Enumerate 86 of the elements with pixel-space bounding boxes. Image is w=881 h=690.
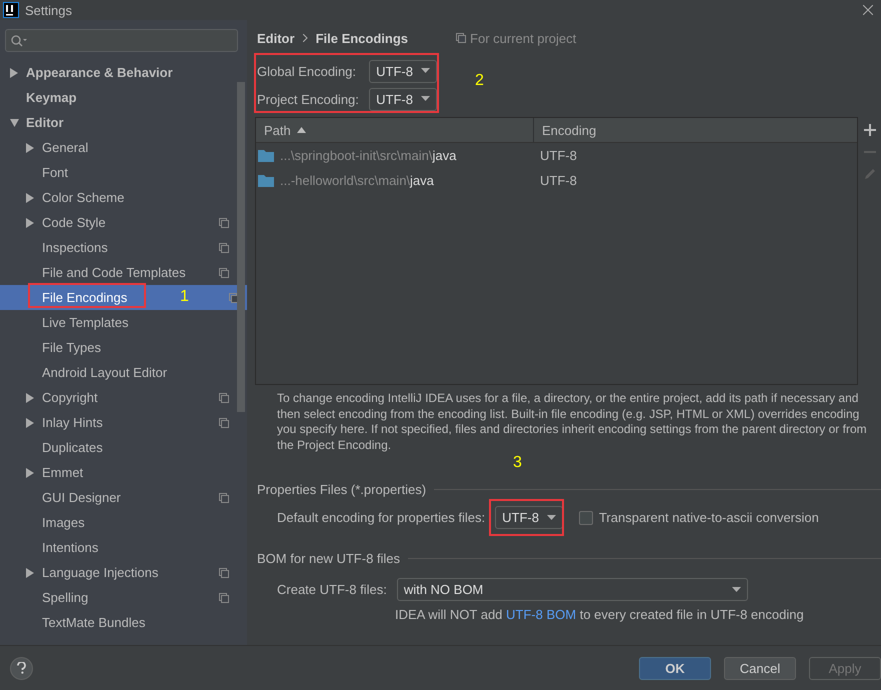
copy-icon xyxy=(219,268,229,278)
tree-item[interactable]: Appearance & Behavior xyxy=(0,60,237,85)
collapsed-arrow-icon[interactable] xyxy=(26,142,35,152)
description-text: To change encoding IntelliJ IDEA uses for a file, a directory, or the entire project, add its path if necessary and then select encoding from the encoding list. Built-in file encoding (e.g. JSP, HTML or XML) overrides encoding you specify here. If not specified, files and directories inherit encoding settings from the parent directory or from the Project Encoding. xyxy=(277,391,867,453)
checkbox[interactable] xyxy=(578,510,593,524)
collapsed-arrow-icon[interactable] xyxy=(26,218,35,228)
tree-item[interactable]: Code Style xyxy=(0,210,237,235)
help-icon[interactable] xyxy=(10,656,33,680)
section-title: Properties Files (*.properties) xyxy=(257,482,426,497)
annotation-number: 1 xyxy=(180,288,189,306)
window-title: Settings xyxy=(25,2,72,18)
copy-icon xyxy=(219,592,229,602)
collapsed-arrow-icon[interactable] xyxy=(10,68,19,78)
tree-item[interactable]: File Encodings 1 xyxy=(0,285,247,310)
section-title: BOM for new UTF-8 files xyxy=(257,551,400,566)
search-field[interactable] xyxy=(5,29,238,52)
annotation-number: 3 xyxy=(513,454,522,472)
field-label: Create UTF-8 files: xyxy=(277,582,387,597)
close-icon[interactable] xyxy=(863,2,873,18)
encoding-dropdown[interactable]: UTF-8 xyxy=(369,60,437,82)
expanded-arrow-icon[interactable] xyxy=(10,118,19,128)
tree-item[interactable]: Keymap xyxy=(0,85,237,110)
collapsed-arrow-icon[interactable] xyxy=(26,392,35,402)
scrollbar[interactable] xyxy=(237,82,245,412)
copy-icon xyxy=(219,568,229,578)
breadcrumb-item: File Encodings xyxy=(316,30,408,46)
collapsed-arrow-icon[interactable] xyxy=(26,192,35,202)
caret-icon xyxy=(546,514,556,520)
tree-item[interactable]: Intentions xyxy=(0,535,237,560)
search-icon xyxy=(11,34,27,46)
app-logo-icon xyxy=(3,2,19,18)
bom-link[interactable]: UTF-8 BOM xyxy=(506,607,576,622)
field-label: Default encoding for properties files: xyxy=(277,510,486,525)
folder-icon xyxy=(258,150,274,162)
tree-item[interactable]: Inlay Hints xyxy=(0,410,237,435)
tree-item[interactable]: File Types xyxy=(0,335,237,360)
column-header[interactable]: Path xyxy=(256,118,534,142)
table-cell: UTF-8 xyxy=(540,173,577,188)
tree-item[interactable]: GUI Designer xyxy=(0,485,237,510)
tree-item[interactable]: Spelling xyxy=(0,585,237,610)
caret-icon xyxy=(421,96,430,102)
table-cell: ...\springboot-init\src\main\java xyxy=(280,148,456,163)
collapsed-arrow-icon[interactable] xyxy=(26,418,35,428)
tree-item[interactable]: Color Scheme xyxy=(0,185,237,210)
sort-arrow-icon xyxy=(296,127,306,133)
tree-item[interactable]: Images xyxy=(0,510,237,535)
field-label: Project Encoding: xyxy=(257,92,359,106)
bom-dropdown[interactable]: with NO BOM xyxy=(396,578,748,601)
tree-item[interactable]: Inspections xyxy=(0,235,237,260)
column-header[interactable]: Encoding xyxy=(534,118,596,142)
table-cell: ...-helloworld\src\main\java xyxy=(280,173,434,188)
copy-icon xyxy=(456,33,466,43)
copy-icon xyxy=(219,392,229,402)
encoding-dropdown[interactable]: UTF-8 xyxy=(369,88,437,110)
caret-icon xyxy=(732,586,741,592)
table-cell: UTF-8 xyxy=(540,148,577,163)
collapsed-arrow-icon[interactable] xyxy=(26,568,35,578)
folder-icon xyxy=(258,174,274,186)
copy-icon xyxy=(219,218,229,228)
copy-icon xyxy=(219,418,229,428)
add-icon[interactable] xyxy=(862,123,876,137)
checkbox-label: Transparent native-to-ascii conversion xyxy=(598,510,819,525)
field-label: Global Encoding: xyxy=(257,64,356,78)
tree-item[interactable]: TextMate Bundles xyxy=(0,610,237,635)
tree-item[interactable]: General xyxy=(0,135,237,160)
encoding-dropdown[interactable]: UTF-8 xyxy=(495,506,563,529)
scope-label: For current project xyxy=(470,30,576,46)
annotation-number: 2 xyxy=(475,72,484,90)
caret-icon xyxy=(421,68,430,74)
tree-item[interactable]: Editor xyxy=(0,110,237,135)
collapsed-arrow-icon[interactable] xyxy=(26,468,35,478)
copy-icon xyxy=(219,492,229,502)
tree-item[interactable]: Font xyxy=(0,160,237,185)
breadcrumb-item: Editor xyxy=(257,30,295,46)
tree-item[interactable]: Emmet xyxy=(0,460,237,485)
dialog-button[interactable]: Cancel xyxy=(724,656,796,680)
tree-item[interactable]: Duplicates xyxy=(0,435,237,460)
tree-item[interactable]: Android Layout Editor xyxy=(0,360,237,385)
tree-item[interactable]: Copyright xyxy=(0,385,237,410)
tree-item[interactable]: Language Injections xyxy=(0,560,237,585)
chevron-icon xyxy=(302,34,308,42)
dialog-button[interactable]: OK xyxy=(639,656,711,680)
tree-item[interactable]: File and Code Templates xyxy=(0,260,237,285)
bom-hint-text: IDEA will NOT add UTF-8 BOM to every created file in UTF-8 encoding xyxy=(395,607,805,622)
copy-icon xyxy=(219,242,229,252)
tree-item[interactable]: Live Templates xyxy=(0,310,237,335)
